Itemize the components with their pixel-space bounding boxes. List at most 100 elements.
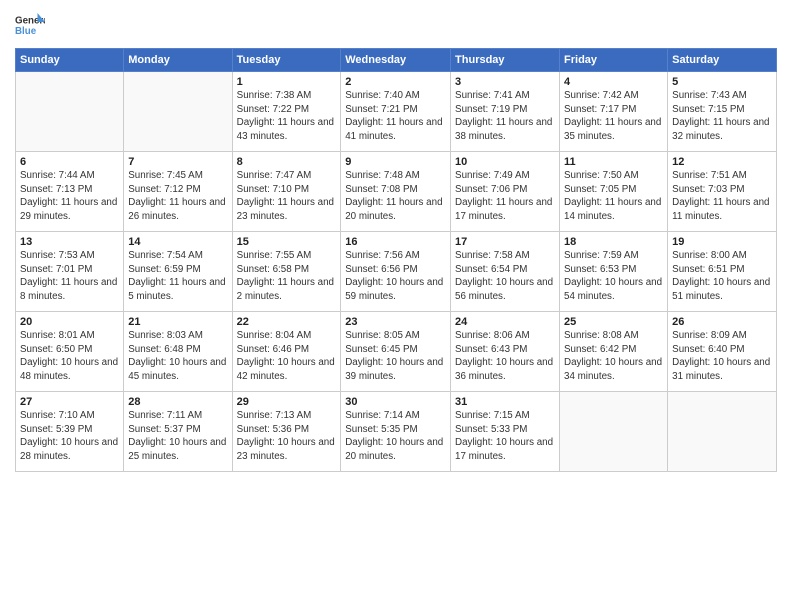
day-number: 14: [128, 236, 227, 248]
day-info: Sunrise: 8:09 AM Sunset: 6:40 PM Dayligh…: [672, 329, 772, 384]
calendar-cell: 14Sunrise: 7:54 AM Sunset: 6:59 PM Dayli…: [124, 232, 232, 312]
day-info: Sunrise: 7:45 AM Sunset: 7:12 PM Dayligh…: [128, 169, 227, 224]
day-number: 17: [455, 236, 555, 248]
calendar-cell: 24Sunrise: 8:06 AM Sunset: 6:43 PM Dayli…: [451, 312, 560, 392]
day-number: 21: [128, 316, 227, 328]
calendar-cell: 25Sunrise: 8:08 AM Sunset: 6:42 PM Dayli…: [560, 312, 668, 392]
calendar-cell: 23Sunrise: 8:05 AM Sunset: 6:45 PM Dayli…: [341, 312, 451, 392]
day-number: 18: [564, 236, 663, 248]
day-info: Sunrise: 8:01 AM Sunset: 6:50 PM Dayligh…: [20, 329, 119, 384]
day-number: 6: [20, 156, 119, 168]
day-info: Sunrise: 7:11 AM Sunset: 5:37 PM Dayligh…: [128, 409, 227, 464]
calendar-week-row: 1Sunrise: 7:38 AM Sunset: 7:22 PM Daylig…: [16, 72, 777, 152]
logo: General Blue: [15, 10, 45, 40]
calendar-cell: 19Sunrise: 8:00 AM Sunset: 6:51 PM Dayli…: [668, 232, 777, 312]
day-info: Sunrise: 7:14 AM Sunset: 5:35 PM Dayligh…: [345, 409, 446, 464]
day-number: 7: [128, 156, 227, 168]
calendar-cell: 20Sunrise: 8:01 AM Sunset: 6:50 PM Dayli…: [16, 312, 124, 392]
calendar-cell: 12Sunrise: 7:51 AM Sunset: 7:03 PM Dayli…: [668, 152, 777, 232]
day-number: 28: [128, 396, 227, 408]
day-info: Sunrise: 7:50 AM Sunset: 7:05 PM Dayligh…: [564, 169, 663, 224]
calendar-cell: 9Sunrise: 7:48 AM Sunset: 7:08 PM Daylig…: [341, 152, 451, 232]
calendar-cell: 1Sunrise: 7:38 AM Sunset: 7:22 PM Daylig…: [232, 72, 341, 152]
day-info: Sunrise: 7:49 AM Sunset: 7:06 PM Dayligh…: [455, 169, 555, 224]
day-number: 12: [672, 156, 772, 168]
calendar: SundayMondayTuesdayWednesdayThursdayFrid…: [15, 48, 777, 472]
calendar-cell: [16, 72, 124, 152]
day-number: 31: [455, 396, 555, 408]
day-number: 27: [20, 396, 119, 408]
calendar-cell: 26Sunrise: 8:09 AM Sunset: 6:40 PM Dayli…: [668, 312, 777, 392]
calendar-body: 1Sunrise: 7:38 AM Sunset: 7:22 PM Daylig…: [16, 72, 777, 472]
calendar-cell: 7Sunrise: 7:45 AM Sunset: 7:12 PM Daylig…: [124, 152, 232, 232]
day-info: Sunrise: 8:05 AM Sunset: 6:45 PM Dayligh…: [345, 329, 446, 384]
day-info: Sunrise: 7:59 AM Sunset: 6:53 PM Dayligh…: [564, 249, 663, 304]
day-info: Sunrise: 8:04 AM Sunset: 6:46 PM Dayligh…: [237, 329, 337, 384]
dow-header: Monday: [124, 49, 232, 72]
day-number: 10: [455, 156, 555, 168]
calendar-cell: 15Sunrise: 7:55 AM Sunset: 6:58 PM Dayli…: [232, 232, 341, 312]
day-info: Sunrise: 8:08 AM Sunset: 6:42 PM Dayligh…: [564, 329, 663, 384]
calendar-cell: 27Sunrise: 7:10 AM Sunset: 5:39 PM Dayli…: [16, 392, 124, 472]
calendar-cell: 18Sunrise: 7:59 AM Sunset: 6:53 PM Dayli…: [560, 232, 668, 312]
day-info: Sunrise: 7:51 AM Sunset: 7:03 PM Dayligh…: [672, 169, 772, 224]
day-number: 16: [345, 236, 446, 248]
calendar-cell: 10Sunrise: 7:49 AM Sunset: 7:06 PM Dayli…: [451, 152, 560, 232]
day-number: 15: [237, 236, 337, 248]
day-info: Sunrise: 7:15 AM Sunset: 5:33 PM Dayligh…: [455, 409, 555, 464]
calendar-week-row: 27Sunrise: 7:10 AM Sunset: 5:39 PM Dayli…: [16, 392, 777, 472]
calendar-cell: 16Sunrise: 7:56 AM Sunset: 6:56 PM Dayli…: [341, 232, 451, 312]
day-number: 11: [564, 156, 663, 168]
calendar-cell: 30Sunrise: 7:14 AM Sunset: 5:35 PM Dayli…: [341, 392, 451, 472]
svg-text:Blue: Blue: [15, 26, 37, 37]
calendar-week-row: 20Sunrise: 8:01 AM Sunset: 6:50 PM Dayli…: [16, 312, 777, 392]
day-info: Sunrise: 7:54 AM Sunset: 6:59 PM Dayligh…: [128, 249, 227, 304]
day-info: Sunrise: 7:40 AM Sunset: 7:21 PM Dayligh…: [345, 89, 446, 144]
dow-header: Tuesday: [232, 49, 341, 72]
calendar-cell: 28Sunrise: 7:11 AM Sunset: 5:37 PM Dayli…: [124, 392, 232, 472]
day-info: Sunrise: 7:55 AM Sunset: 6:58 PM Dayligh…: [237, 249, 337, 304]
calendar-cell: 11Sunrise: 7:50 AM Sunset: 7:05 PM Dayli…: [560, 152, 668, 232]
calendar-week-row: 13Sunrise: 7:53 AM Sunset: 7:01 PM Dayli…: [16, 232, 777, 312]
dow-header: Saturday: [668, 49, 777, 72]
day-number: 24: [455, 316, 555, 328]
calendar-cell: [668, 392, 777, 472]
day-number: 9: [345, 156, 446, 168]
day-info: Sunrise: 7:56 AM Sunset: 6:56 PM Dayligh…: [345, 249, 446, 304]
day-number: 19: [672, 236, 772, 248]
day-number: 22: [237, 316, 337, 328]
day-number: 30: [345, 396, 446, 408]
day-number: 4: [564, 76, 663, 88]
calendar-cell: 22Sunrise: 8:04 AM Sunset: 6:46 PM Dayli…: [232, 312, 341, 392]
dow-header: Thursday: [451, 49, 560, 72]
calendar-cell: [124, 72, 232, 152]
day-info: Sunrise: 7:10 AM Sunset: 5:39 PM Dayligh…: [20, 409, 119, 464]
day-number: 13: [20, 236, 119, 248]
calendar-cell: [560, 392, 668, 472]
day-number: 5: [672, 76, 772, 88]
calendar-cell: 6Sunrise: 7:44 AM Sunset: 7:13 PM Daylig…: [16, 152, 124, 232]
day-info: Sunrise: 7:42 AM Sunset: 7:17 PM Dayligh…: [564, 89, 663, 144]
day-info: Sunrise: 7:48 AM Sunset: 7:08 PM Dayligh…: [345, 169, 446, 224]
calendar-cell: 3Sunrise: 7:41 AM Sunset: 7:19 PM Daylig…: [451, 72, 560, 152]
calendar-cell: 29Sunrise: 7:13 AM Sunset: 5:36 PM Dayli…: [232, 392, 341, 472]
day-info: Sunrise: 8:03 AM Sunset: 6:48 PM Dayligh…: [128, 329, 227, 384]
calendar-cell: 13Sunrise: 7:53 AM Sunset: 7:01 PM Dayli…: [16, 232, 124, 312]
day-number: 8: [237, 156, 337, 168]
calendar-cell: 8Sunrise: 7:47 AM Sunset: 7:10 PM Daylig…: [232, 152, 341, 232]
calendar-cell: 21Sunrise: 8:03 AM Sunset: 6:48 PM Dayli…: [124, 312, 232, 392]
day-number: 20: [20, 316, 119, 328]
day-info: Sunrise: 7:43 AM Sunset: 7:15 PM Dayligh…: [672, 89, 772, 144]
day-info: Sunrise: 7:53 AM Sunset: 7:01 PM Dayligh…: [20, 249, 119, 304]
day-number: 25: [564, 316, 663, 328]
day-info: Sunrise: 8:00 AM Sunset: 6:51 PM Dayligh…: [672, 249, 772, 304]
dow-header: Sunday: [16, 49, 124, 72]
calendar-cell: 2Sunrise: 7:40 AM Sunset: 7:21 PM Daylig…: [341, 72, 451, 152]
dow-header: Friday: [560, 49, 668, 72]
day-info: Sunrise: 7:58 AM Sunset: 6:54 PM Dayligh…: [455, 249, 555, 304]
calendar-cell: 5Sunrise: 7:43 AM Sunset: 7:15 PM Daylig…: [668, 72, 777, 152]
day-info: Sunrise: 7:13 AM Sunset: 5:36 PM Dayligh…: [237, 409, 337, 464]
day-info: Sunrise: 7:44 AM Sunset: 7:13 PM Dayligh…: [20, 169, 119, 224]
day-number: 29: [237, 396, 337, 408]
calendar-cell: 4Sunrise: 7:42 AM Sunset: 7:17 PM Daylig…: [560, 72, 668, 152]
